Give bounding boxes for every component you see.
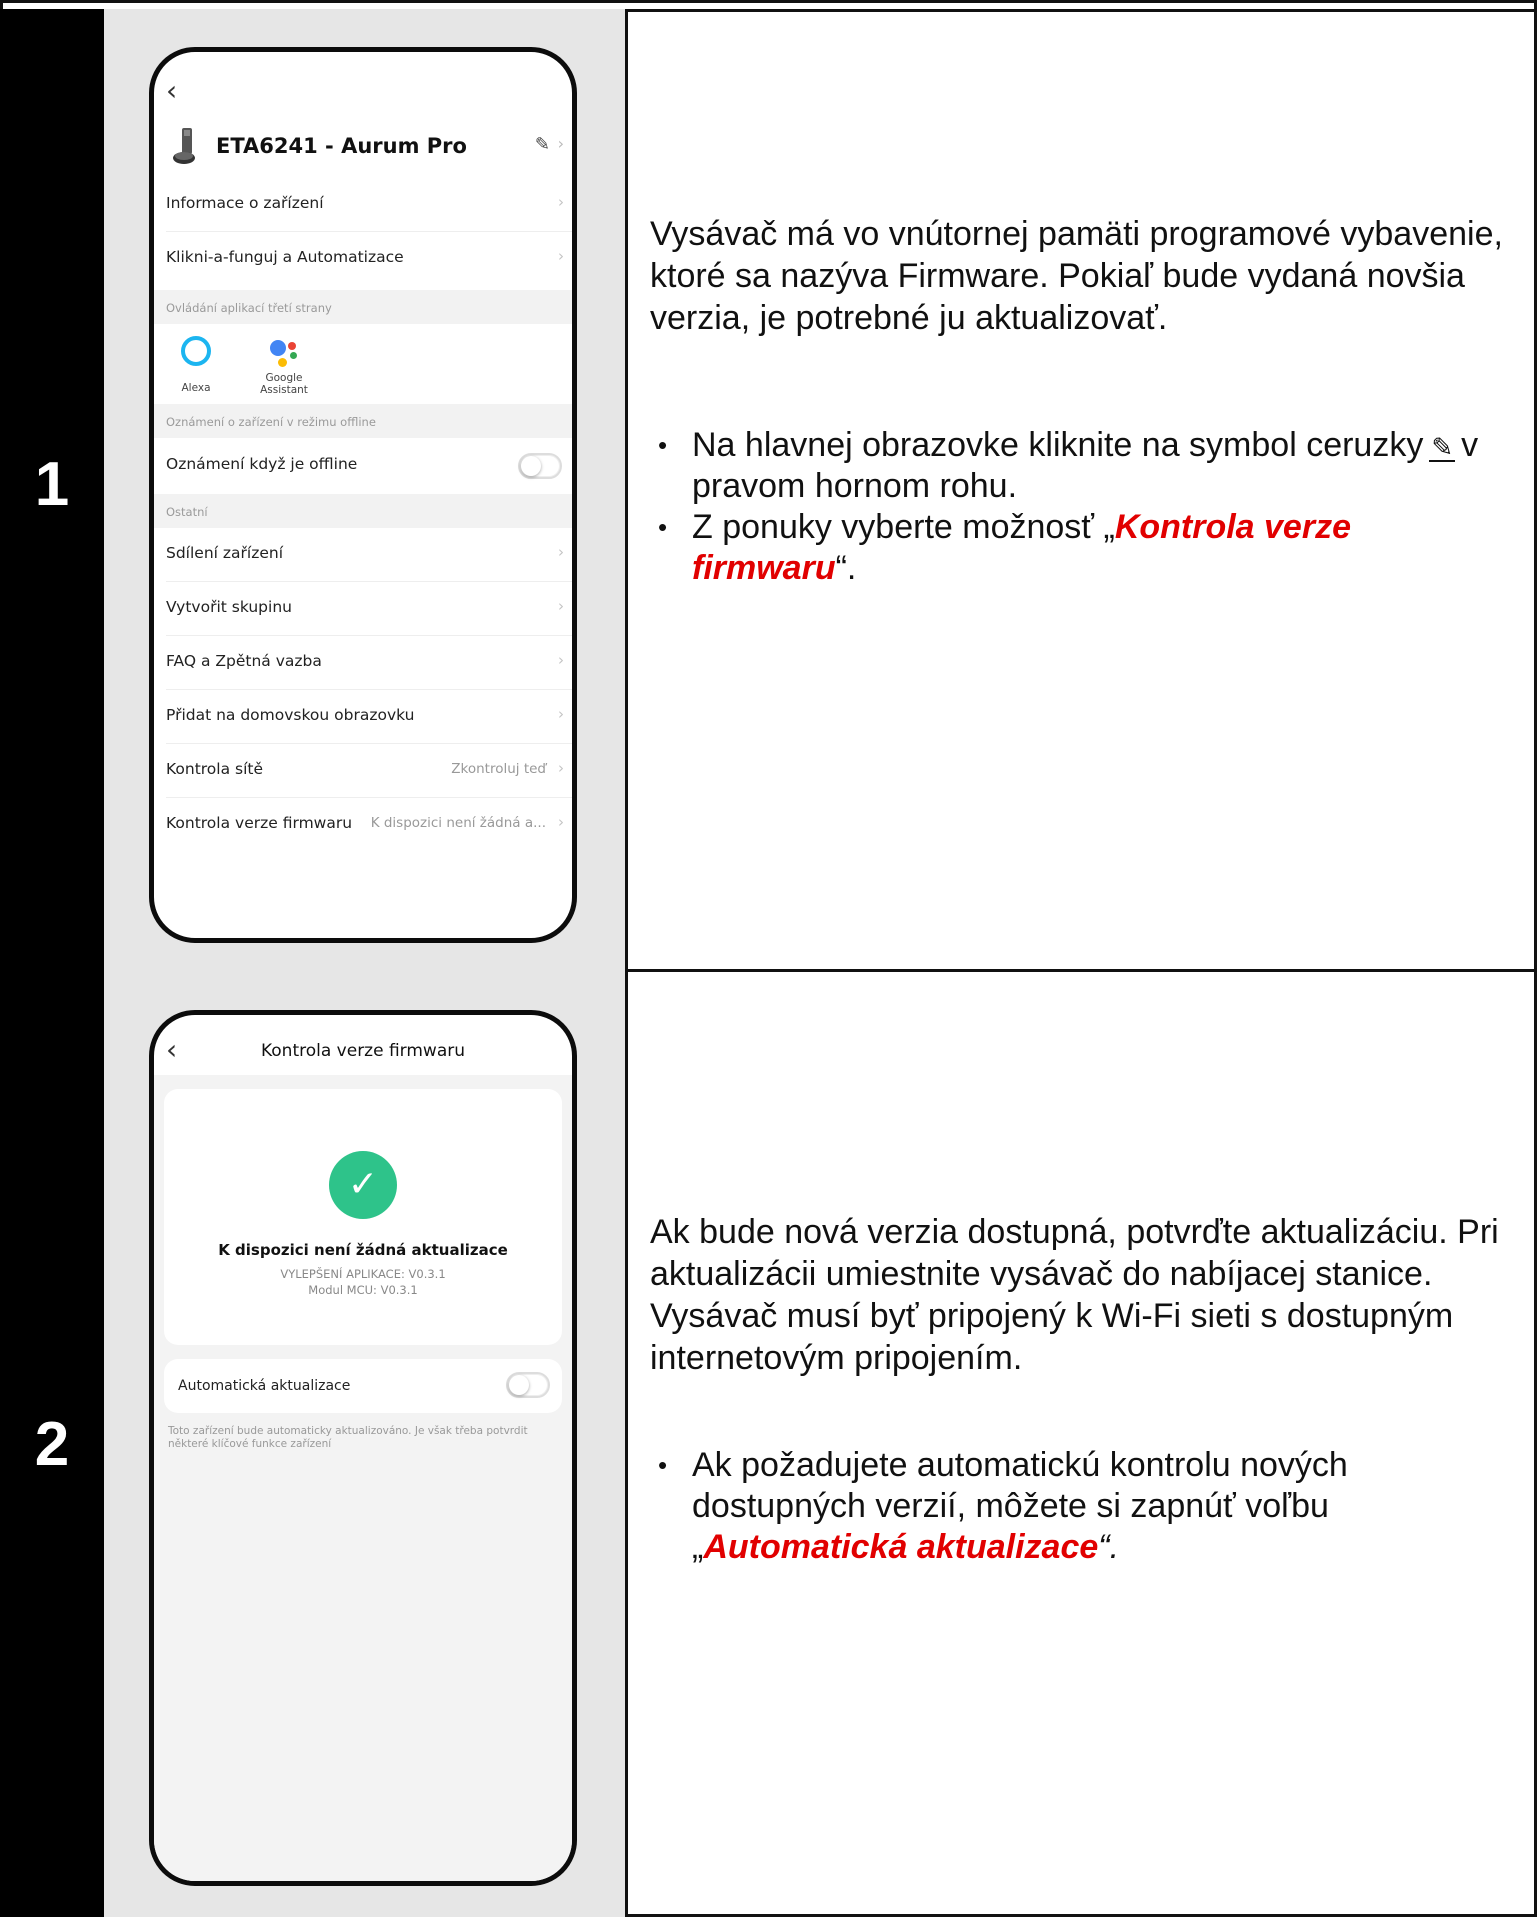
device-name: ETA6241 - Aurum Pro xyxy=(216,134,467,158)
instruction-column: Ak bude nová verzia dostupná, potvrďte a… xyxy=(628,969,1537,1917)
chevron-right-icon: › xyxy=(558,813,564,831)
phone-screenshot-firmware-check: ‹ Kontrola verze firmwaru ✓ K dispozici … xyxy=(149,1010,577,1886)
menu-item-label: Kontrola sítě xyxy=(166,760,264,778)
mcu-version: Modul MCU: V0.3.1 xyxy=(308,1283,418,1297)
section-header-label: Ovládání aplikací třetí strany xyxy=(166,301,332,315)
menu-item-label: Sdílení zařízení xyxy=(166,544,283,562)
menu-item-label: Informace o zařízení xyxy=(166,194,324,212)
step-number: 1 xyxy=(34,450,70,519)
bullet-item: Z ponuky vyberte možnosť „Kontrola verze… xyxy=(650,507,1520,589)
offline-notification-row: Oznámení když je offline xyxy=(154,438,572,494)
menu-item-automation[interactable]: Klikni-a-funguj a Automatizace › xyxy=(154,232,572,286)
auto-update-toggle[interactable] xyxy=(506,1372,550,1398)
section-header-offline: Oznámení o zařízení v režimu offline xyxy=(154,404,572,438)
bullet-text: “. xyxy=(835,549,857,587)
instruction-paragraph: Vysávač má vo vnútornej pamäti programov… xyxy=(650,215,1503,337)
menu-item-label: Vytvořit skupinu xyxy=(166,598,292,616)
bullet-text: “. xyxy=(1098,1528,1120,1566)
phone-screenshot-device-settings: ‹ ETA6241 - Aurum Pro ✎ › Informace o za… xyxy=(149,47,577,943)
robot-vacuum-icon xyxy=(173,128,195,164)
chevron-right-icon: › xyxy=(558,705,564,723)
bullet-item: Ak požadujete automatickú kontrolu novýc… xyxy=(650,1445,1520,1568)
section-header-third-party: Ovládání aplikací třetí strany xyxy=(154,290,572,324)
menu-item-label: FAQ a Zpětná vazba xyxy=(166,652,322,670)
screenshot-column: ‹ Kontrola verze firmwaru ✓ K dispozici … xyxy=(104,969,628,1917)
menu-item-faq[interactable]: FAQ a Zpětná vazba › xyxy=(154,636,572,690)
firmware-status-card: ✓ K dispozici není žádná aktualizace VYL… xyxy=(164,1089,562,1345)
google-assistant-app[interactable]: Google Assistant xyxy=(244,336,324,396)
menu-item-label: Klikni-a-funguj a Automatizace xyxy=(166,248,404,266)
firmware-status: K dispozici není žádná aktualizace xyxy=(218,1241,508,1259)
offline-notification-toggle[interactable] xyxy=(518,453,562,479)
menu-item-network-check[interactable]: Kontrola sítě Zkontroluj teď › xyxy=(154,744,572,798)
instruction-column: Vysávač má vo vnútornej pamäti programov… xyxy=(628,9,1537,969)
bullet-item: Na hlavnej obrazovke kliknite na symbol … xyxy=(650,425,1520,507)
alexa-app[interactable]: Alexa xyxy=(176,336,216,394)
google-assistant-icon xyxy=(264,336,304,370)
auto-update-label: Automatická aktualizace xyxy=(178,1378,351,1394)
section-header-label: Oznámení o zařízení v režimu offline xyxy=(166,415,376,429)
chevron-right-icon: › xyxy=(558,597,564,615)
pencil-icon[interactable]: ✎ xyxy=(535,134,550,155)
bullet-text: Na hlavnej obrazovke kliknite na symbol … xyxy=(692,426,1424,464)
menu-item-label: Přidat na domovskou obrazovku xyxy=(166,706,415,724)
back-chevron-icon[interactable]: ‹ xyxy=(166,74,177,107)
step-row-2: 2 ‹ Kontrola verze firmwaru ✓ K dispozic… xyxy=(0,969,1537,1917)
menu-item-firmware-check[interactable]: Kontrola verze firmwaru K dispozici není… xyxy=(154,798,572,852)
firmware-body: ✓ K dispozici není žádná aktualizace VYL… xyxy=(154,1075,572,1881)
chevron-right-icon: › xyxy=(558,543,564,561)
menu-item-device-info[interactable]: Informace o zařízení › xyxy=(154,178,572,232)
bullet-text: Z ponuky vyberte možnosť „ xyxy=(692,508,1115,546)
auto-update-note: Toto zařízení bude automaticky aktualizo… xyxy=(168,1425,528,1450)
instruction-paragraph: Ak bude nová verzia dostupná, potvrďte a… xyxy=(650,1213,1499,1377)
section-header-label: Ostatní xyxy=(166,505,208,519)
auto-update-row: Automatická aktualizace xyxy=(164,1359,562,1413)
step-number-column: 1 xyxy=(0,9,104,969)
checkmark-icon: ✓ xyxy=(329,1151,397,1219)
chevron-right-icon: › xyxy=(557,134,564,153)
section-header-other: Ostatní xyxy=(154,494,572,528)
chevron-right-icon: › xyxy=(558,759,564,777)
menu-item-add-home-screen[interactable]: Přidat na domovskou obrazovku › xyxy=(154,690,572,744)
emphasized-option-name: Automatická aktualizace xyxy=(703,1528,1099,1566)
chevron-right-icon: › xyxy=(558,651,564,669)
alexa-icon xyxy=(181,336,211,366)
chevron-right-icon: › xyxy=(558,247,564,265)
menu-item-value: K dispozici není žádná a... xyxy=(370,815,546,831)
step-row-1: 1 ‹ ETA6241 - Aurum Pro ✎ › Informace o … xyxy=(0,9,1537,972)
menu-item-label: Kontrola verze firmwaru xyxy=(166,814,353,832)
menu-item-value: Zkontroluj teď xyxy=(451,761,546,777)
screenshot-column: ‹ ETA6241 - Aurum Pro ✎ › Informace o za… xyxy=(104,9,628,969)
offline-notification-label: Oznámení když je offline xyxy=(166,455,358,473)
step-number-column: 2 xyxy=(0,969,104,1917)
screen-title: Kontrola verze firmwaru xyxy=(260,1041,466,1061)
menu-item-share-device[interactable]: Sdílení zařízení › xyxy=(154,528,572,582)
google-assistant-label: Google Assistant xyxy=(260,372,308,396)
pencil-icon: ✎ xyxy=(1429,432,1456,462)
menu-item-create-group[interactable]: Vytvořit skupinu › xyxy=(154,582,572,636)
step-number: 2 xyxy=(34,1410,70,1479)
instruction-bullets: Na hlavnej obrazovke kliknite na symbol … xyxy=(650,425,1520,589)
chevron-right-icon: › xyxy=(558,193,564,211)
alexa-label: Alexa xyxy=(181,382,211,394)
app-version: VYLEPŠENÍ APLIKACE: V0.3.1 xyxy=(280,1267,446,1281)
instruction-bullets: Ak požadujete automatickú kontrolu novýc… xyxy=(650,1445,1520,1568)
third-party-apps: Alexa Google Assistant xyxy=(154,324,572,404)
device-header[interactable]: ETA6241 - Aurum Pro ✎ › xyxy=(154,122,572,178)
